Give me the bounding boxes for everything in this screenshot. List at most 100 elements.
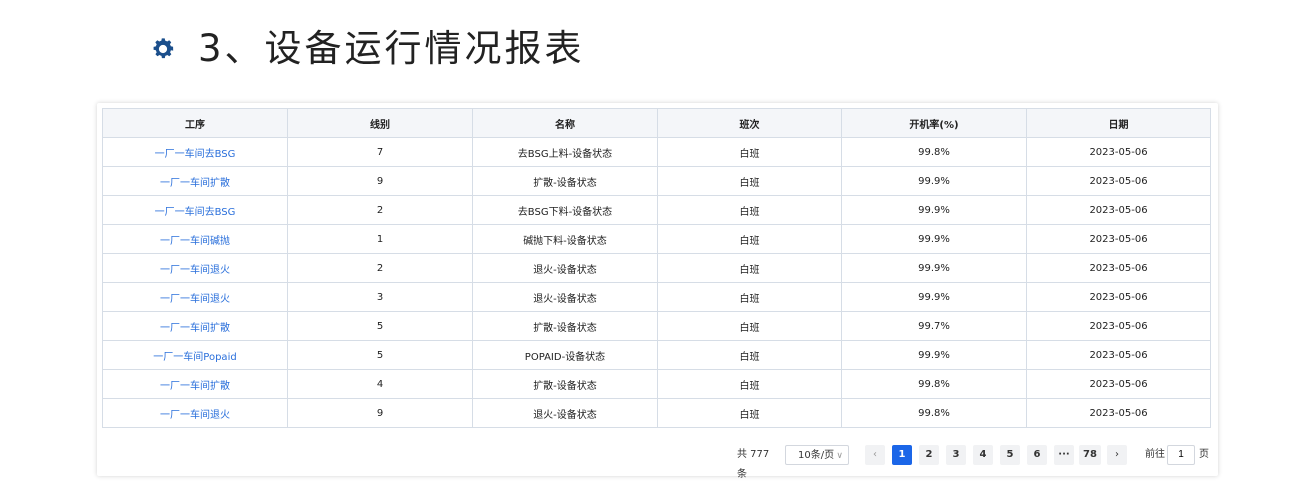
line-cell: 3 (287, 282, 473, 312)
name-cell: 去BSG上料-设备状态 (472, 137, 658, 167)
date-cell: 2023-05-06 (1026, 137, 1211, 167)
line-cell: 4 (287, 369, 473, 399)
shift-cell: 白班 (657, 253, 842, 283)
chevron-down-icon: ∨ (836, 451, 843, 461)
shift-cell: 白班 (657, 195, 842, 225)
date-cell: 2023-05-06 (1026, 224, 1211, 254)
line-cell: 2 (287, 253, 473, 283)
uptime-cell: 99.7% (841, 311, 1027, 341)
table-row: 一厂一车间退火 3 退火-设备状态 白班 99.9% 2023-05-06 (102, 282, 1211, 312)
page-1-button[interactable]: 1 (892, 445, 912, 465)
line-cell: 9 (287, 398, 473, 428)
col-header-uptime[interactable]: 开机率(%) (841, 108, 1027, 138)
page-78-button[interactable]: 78 (1079, 445, 1101, 465)
gear-icon (153, 38, 174, 59)
table-row: 一厂一车间去BSG 7 去BSG上料-设备状态 白班 99.8% 2023-05… (102, 137, 1211, 167)
name-cell: 退火-设备状态 (472, 253, 658, 283)
page-5-button[interactable]: 5 (1000, 445, 1020, 465)
line-cell: 1 (287, 224, 473, 254)
chevron-right-icon: › (1115, 449, 1119, 460)
uptime-cell: 99.9% (841, 340, 1027, 370)
shift-cell: 白班 (657, 224, 842, 254)
pagination: 共 777 条 10条/页 ∨ ‹ 1 2 3 4 5 6 ··· 78 › 前… (97, 445, 1218, 480)
date-cell: 2023-05-06 (1026, 166, 1211, 196)
name-cell: POPAID-设备状态 (472, 340, 658, 370)
name-cell: 扩散-设备状态 (472, 369, 658, 399)
date-cell: 2023-05-06 (1026, 340, 1211, 370)
process-link[interactable]: 一厂一车间扩散 (102, 311, 288, 341)
page-size-value: 10条/页 (798, 450, 835, 461)
shift-cell: 白班 (657, 398, 842, 428)
uptime-cell: 99.9% (841, 195, 1027, 225)
col-header-process[interactable]: 工序 (102, 108, 288, 138)
uptime-cell: 99.9% (841, 166, 1027, 196)
date-cell: 2023-05-06 (1026, 282, 1211, 312)
report-panel: 工序 线别 名称 班次 开机率(%) 日期 一厂一车间去BSG 7 去BSG上料… (97, 103, 1218, 480)
date-cell: 2023-05-06 (1026, 311, 1211, 341)
uptime-cell: 99.8% (841, 137, 1027, 167)
shift-cell: 白班 (657, 166, 842, 196)
name-cell: 去BSG下料-设备状态 (472, 195, 658, 225)
shift-cell: 白班 (657, 340, 842, 370)
table-row: 一厂一车间碱抛 1 碱抛下料-设备状态 白班 99.9% 2023-05-06 (102, 224, 1211, 254)
line-cell: 7 (287, 137, 473, 167)
process-link[interactable]: 一厂一车间Popaid (102, 340, 288, 370)
col-header-name[interactable]: 名称 (472, 108, 658, 138)
process-link[interactable]: 一厂一车间扩散 (102, 166, 288, 196)
table-row: 一厂一车间退火 9 退火-设备状态 白班 99.8% 2023-05-06 (102, 398, 1211, 428)
page-title: 3、设备运行情况报表 (198, 27, 585, 70)
shift-cell: 白班 (657, 282, 842, 312)
goto-page-input[interactable] (1167, 445, 1195, 465)
process-link[interactable]: 一厂一车间退火 (102, 398, 288, 428)
page-6-button[interactable]: 6 (1027, 445, 1047, 465)
uptime-cell: 99.8% (841, 369, 1027, 399)
name-cell: 碱抛下料-设备状态 (472, 224, 658, 254)
page-3-button[interactable]: 3 (946, 445, 966, 465)
col-header-date[interactable]: 日期 (1026, 108, 1211, 138)
col-header-line[interactable]: 线别 (287, 108, 473, 138)
table-row: 一厂一车间扩散 5 扩散-设备状态 白班 99.7% 2023-05-06 (102, 311, 1211, 341)
line-cell: 2 (287, 195, 473, 225)
name-cell: 退火-设备状态 (472, 398, 658, 428)
line-cell: 5 (287, 311, 473, 341)
name-cell: 扩散-设备状态 (472, 311, 658, 341)
line-cell: 5 (287, 340, 473, 370)
shift-cell: 白班 (657, 369, 842, 399)
more-pages-button[interactable]: ··· (1054, 445, 1074, 465)
line-cell: 9 (287, 166, 473, 196)
next-page-button[interactable]: › (1107, 445, 1127, 465)
section-heading: 3、设备运行情况报表 (150, 26, 585, 72)
shift-cell: 白班 (657, 311, 842, 341)
date-cell: 2023-05-06 (1026, 253, 1211, 283)
uptime-cell: 99.9% (841, 224, 1027, 254)
process-link[interactable]: 一厂一车间碱抛 (102, 224, 288, 254)
process-link[interactable]: 一厂一车间退火 (102, 282, 288, 312)
date-cell: 2023-05-06 (1026, 398, 1211, 428)
page-size-select[interactable]: 10条/页 ∨ (785, 445, 849, 465)
equipment-report-table: 工序 线别 名称 班次 开机率(%) 日期 一厂一车间去BSG 7 去BSG上料… (102, 108, 1211, 428)
goto-label: 前往 (1145, 449, 1165, 460)
process-link[interactable]: 一厂一车间退火 (102, 253, 288, 283)
process-link[interactable]: 一厂一车间去BSG (102, 195, 288, 225)
process-link[interactable]: 一厂一车间去BSG (102, 137, 288, 167)
total-count: 共 777 条 (737, 449, 770, 480)
table-row: 一厂一车间Popaid 5 POPAID-设备状态 白班 99.9% 2023-… (102, 340, 1211, 370)
uptime-cell: 99.9% (841, 282, 1027, 312)
table-row: 一厂一车间扩散 9 扩散-设备状态 白班 99.9% 2023-05-06 (102, 166, 1211, 196)
name-cell: 退火-设备状态 (472, 282, 658, 312)
page-word: 页 (1199, 449, 1209, 460)
page-4-button[interactable]: 4 (973, 445, 993, 465)
name-cell: 扩散-设备状态 (472, 166, 658, 196)
col-header-shift[interactable]: 班次 (657, 108, 842, 138)
date-cell: 2023-05-06 (1026, 195, 1211, 225)
table-row: 一厂一车间退火 2 退火-设备状态 白班 99.9% 2023-05-06 (102, 253, 1211, 283)
page-2-button[interactable]: 2 (919, 445, 939, 465)
table-row: 一厂一车间去BSG 2 去BSG下料-设备状态 白班 99.9% 2023-05… (102, 195, 1211, 225)
prev-page-button[interactable]: ‹ (865, 445, 885, 465)
chevron-left-icon: ‹ (873, 449, 877, 460)
uptime-cell: 99.8% (841, 398, 1027, 428)
date-cell: 2023-05-06 (1026, 369, 1211, 399)
uptime-cell: 99.9% (841, 253, 1027, 283)
process-link[interactable]: 一厂一车间扩散 (102, 369, 288, 399)
shift-cell: 白班 (657, 137, 842, 167)
